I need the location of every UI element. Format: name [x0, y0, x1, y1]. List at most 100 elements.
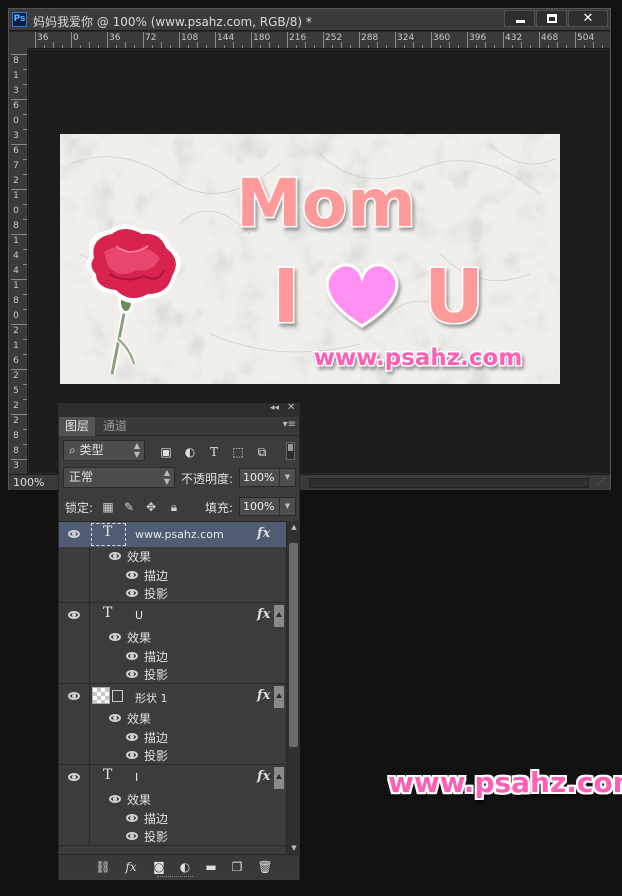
close-button[interactable]: ✕	[568, 10, 608, 27]
layer-item[interactable]: 形状 1 fx 效果 描边 投影	[59, 684, 286, 765]
minimize-button[interactable]	[504, 10, 535, 27]
ruler-minor-tick	[386, 45, 387, 48]
maximize-button[interactable]	[536, 10, 567, 27]
ruler-minor-tick	[530, 45, 531, 48]
visibility-eye-icon[interactable]	[68, 692, 80, 700]
effects-eye-icon[interactable]	[109, 633, 121, 641]
ruler-label: 72	[145, 33, 157, 43]
visibility-eye-icon[interactable]	[68, 530, 80, 538]
layer-item[interactable]: T U fx 效果 描边 投影	[59, 603, 286, 684]
layer-row-selected[interactable]: T www.psahz.com fx	[59, 522, 286, 547]
opacity-field[interactable]: 100% ▼	[239, 468, 296, 487]
stroke-eye-icon[interactable]	[126, 652, 138, 660]
document-canvas[interactable]: Mom I U www.psahz.com	[60, 134, 560, 384]
lock-image-pixels-icon[interactable]: ✎	[122, 500, 136, 514]
stroke-eye-icon[interactable]	[126, 733, 138, 741]
ruler-label: 2	[13, 176, 19, 186]
add-layer-style-icon[interactable]: fx	[123, 859, 139, 875]
ruler-tick	[11, 279, 27, 280]
scroll-down-icon[interactable]: ▼	[287, 844, 301, 852]
shadow-eye-icon[interactable]	[126, 751, 138, 759]
panel-close-icon[interactable]: ✕	[287, 402, 295, 413]
horizontal-scrollbar[interactable]	[309, 478, 589, 488]
layer-row[interactable]: T U fx	[59, 603, 286, 628]
effects-eye-icon[interactable]	[109, 714, 121, 722]
scroll-up-icon[interactable]: ▲	[287, 523, 301, 531]
ruler-label: 0	[13, 206, 19, 216]
layer-filter-select[interactable]: ⌕ 类型 ▲ ▼	[63, 440, 145, 461]
layer-row[interactable]: T I fx	[59, 765, 286, 790]
ruler-tick	[11, 369, 27, 370]
expand-effects-icon[interactable]	[274, 767, 284, 789]
opacity-label: 不透明度:	[181, 472, 234, 486]
delete-layer-trash-icon[interactable]: 🗑︎	[257, 859, 273, 875]
lock-position-icon[interactable]: ✥	[144, 500, 158, 514]
fx-badge-icon[interactable]: fx	[257, 769, 270, 784]
new-adjustment-layer-icon[interactable]: ◐	[177, 859, 193, 875]
vertical-ruler[interactable]: 8 1 3 6 0 3 6 7 2 1 0 8 1 4 4 1 8 0 2 1 6 2 5 2 2 8 8 3	[9, 49, 28, 474]
visibility-eye-icon[interactable]	[68, 773, 80, 781]
ruler-minor-tick	[62, 45, 63, 48]
tab-layers[interactable]: 图层	[59, 417, 96, 436]
new-layer-icon[interactable]: ❐	[229, 859, 245, 875]
mom-text-layer: Mom	[235, 164, 418, 244]
smart-object-filter-icon[interactable]: ⧉	[254, 444, 270, 460]
stroke-eye-icon[interactable]	[126, 814, 138, 822]
effect-stroke-label: 描边	[144, 731, 169, 745]
effects-eye-icon[interactable]	[109, 795, 121, 803]
collapse-panel-icon[interactable]: ◂◂	[270, 403, 279, 413]
shape-filter-icon[interactable]: ⬚	[230, 444, 246, 460]
layer-row[interactable]: 形状 1 fx	[59, 684, 286, 709]
horizontal-ruler[interactable]: 36 0 36 72 108 144 180 216 252 288 324 360 396 432 468…	[28, 32, 610, 49]
adjustment-filter-icon[interactable]: ◐	[182, 444, 198, 460]
fill-field[interactable]: 100% ▼	[239, 497, 296, 516]
opacity-dropdown-icon[interactable]: ▼	[279, 469, 295, 486]
ruler-tick	[23, 204, 27, 205]
expand-effects-icon[interactable]	[274, 605, 284, 627]
add-mask-icon[interactable]: ◙	[151, 859, 167, 875]
fill-dropdown-icon[interactable]: ▼	[279, 498, 295, 515]
link-layers-icon[interactable]: ⛓︎	[95, 859, 111, 875]
visibility-eye-icon[interactable]	[68, 611, 80, 619]
fx-badge-icon[interactable]: fx	[257, 526, 270, 541]
ruler-minor-tick	[350, 45, 351, 48]
panel-header-strip[interactable]: ◂◂ ✕	[59, 402, 299, 417]
filter-toggle[interactable]	[286, 442, 295, 460]
resize-grip-icon[interactable]: ⋰	[597, 477, 608, 488]
scroll-thumb[interactable]	[289, 543, 298, 747]
ruler-minor-tick	[296, 45, 297, 48]
type-filter-icon[interactable]: T	[206, 444, 222, 460]
lock-transparent-pixels-icon[interactable]: ▦	[101, 500, 115, 514]
shadow-eye-icon[interactable]	[126, 589, 138, 597]
fx-badge-icon[interactable]: fx	[257, 688, 270, 703]
lock-all-icon[interactable]: 🔒︎	[167, 500, 181, 514]
expand-effects-icon[interactable]	[274, 686, 284, 708]
layer-item[interactable]: T I fx 效果 描边 投影	[59, 765, 286, 846]
document-titlebar[interactable]: Ps 妈妈我爱你 @ 100% (www.psahz.com, RGB/8) *…	[9, 9, 610, 31]
effects-eye-icon[interactable]	[109, 552, 121, 560]
zoom-level[interactable]: 100%	[13, 476, 44, 489]
new-group-folder-icon[interactable]: ▬	[203, 859, 219, 875]
layers-scrollbar[interactable]: ▲ ▼	[286, 521, 300, 854]
url-text-layer: www.psahz.com	[312, 344, 524, 373]
layer-name[interactable]: U	[135, 609, 143, 622]
fx-badge-icon[interactable]: fx	[257, 607, 270, 622]
layer-name[interactable]: I	[135, 771, 138, 784]
pixel-filter-icon[interactable]: ▣	[158, 444, 174, 460]
ruler-minor-tick	[161, 42, 162, 48]
photoshop-logo-icon: Ps	[12, 12, 27, 27]
shape-layer-thumbnail	[92, 687, 110, 704]
panel-resize-grip[interactable]	[157, 876, 193, 879]
shadow-eye-icon[interactable]	[126, 670, 138, 678]
layer-name[interactable]: 形状 1	[135, 690, 168, 706]
stroke-eye-icon[interactable]	[126, 571, 138, 579]
layer-item[interactable]: T www.psahz.com fx 效果 描边 投影	[59, 522, 286, 603]
ruler-minor-tick	[377, 42, 378, 48]
panel-menu-icon[interactable]: ▾≡	[283, 419, 296, 430]
layer-name[interactable]: www.psahz.com	[135, 528, 224, 541]
tab-channels[interactable]: 通道	[97, 417, 133, 436]
shadow-eye-icon[interactable]	[126, 832, 138, 840]
ruler-origin[interactable]	[9, 32, 28, 49]
ruler-minor-tick	[593, 42, 594, 48]
blend-mode-select[interactable]: 正常 ▲ ▼	[63, 467, 175, 488]
